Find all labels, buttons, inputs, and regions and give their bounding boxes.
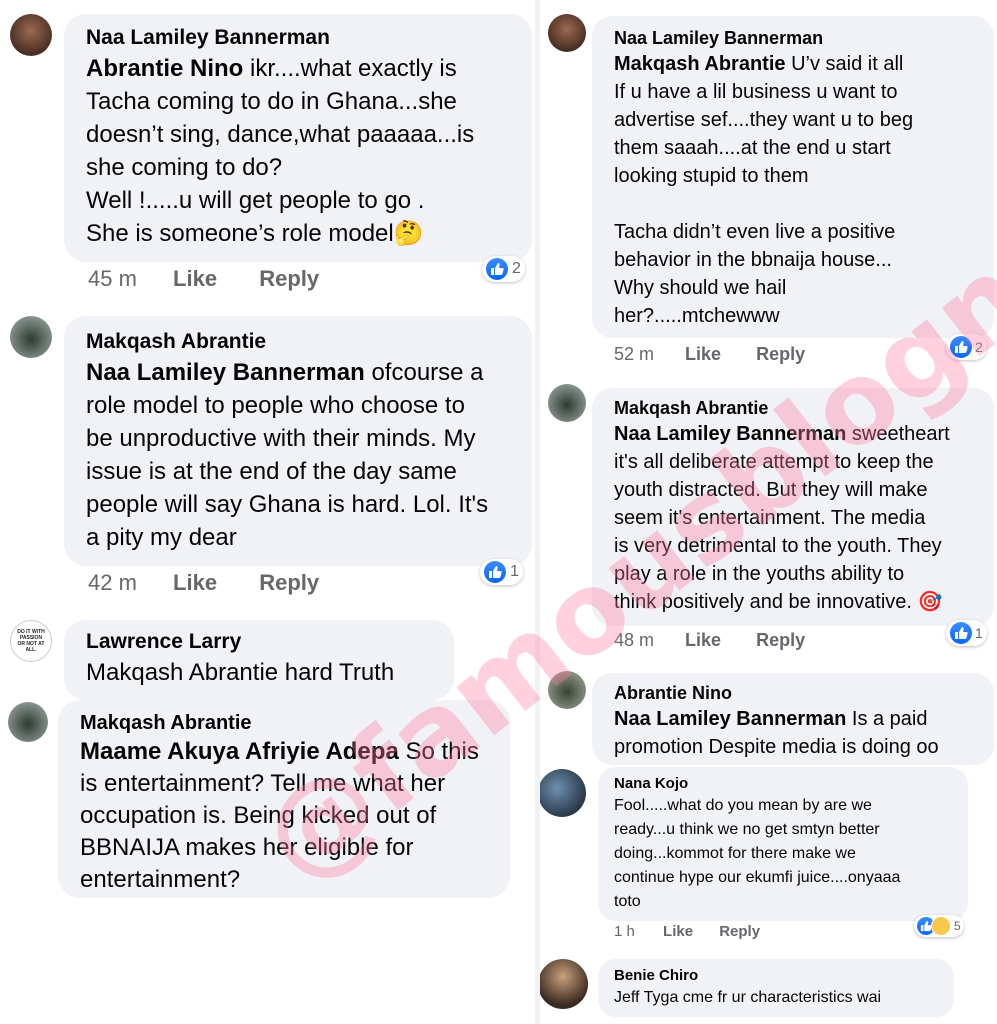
avatar[interactable] (10, 316, 52, 358)
reaction-number: 5 (954, 919, 961, 933)
reaction-number: 2 (512, 260, 521, 277)
comment-author[interactable]: Makqash Abrantie (86, 328, 510, 356)
comment-bubble: Naa Lamiley Bannerman Makqash Abrantie U… (592, 16, 994, 338)
comment-author[interactable]: Abrantie Nino (614, 681, 972, 705)
comment-naa-1: Naa Lamiley Bannerman Abrantie Nino ikr.… (0, 0, 535, 300)
comment-bubble: Makqash Abrantie Maame Akuya Afriyie Ade… (58, 700, 510, 898)
comment-text: Abrantie Nino ikr....what exactly is Tac… (86, 55, 475, 247)
comment-lawrence: DO IT WITH PASSION OR NOT AT ALL. Lawren… (0, 610, 535, 700)
like-reaction-icon (950, 622, 972, 644)
comment-bubble: Makqash Abrantie Naa Lamiley Bannerman s… (592, 388, 994, 626)
comment-abrantie-nino: Abrantie Nino Naa Lamiley Bannerman Is a… (540, 665, 997, 765)
like-button[interactable]: Like (663, 923, 693, 940)
comment-actions: 42 m Like Reply (88, 570, 319, 596)
mention-link[interactable]: Maame Akuya Afriyie Adepa (80, 738, 399, 765)
comment-bubble: Benie Chiro Jeff Tyga cme fr ur characte… (598, 959, 954, 1017)
comment-actions: 1 h Like Reply (614, 923, 760, 940)
haha-reaction-icon (931, 916, 951, 936)
comment-text: Maame Akuya Afriyie Adepa So this is ent… (80, 738, 479, 893)
avatar[interactable] (548, 384, 586, 422)
right-comment-column: Naa Lamiley Bannerman Makqash Abrantie U… (540, 0, 997, 1024)
mention-link[interactable]: Naa Lamiley Bannerman (614, 708, 846, 730)
mention-link[interactable]: Makqash Abrantie (614, 53, 786, 75)
comment-bubble: Abrantie Nino Naa Lamiley Bannerman Is a… (592, 673, 994, 765)
comment-benie-chiro: Benie Chiro Jeff Tyga cme fr ur characte… (540, 955, 997, 1024)
reaction-count[interactable]: 2 (482, 256, 525, 282)
timestamp[interactable]: 42 m (88, 570, 137, 595)
timestamp[interactable]: 52 m (614, 344, 654, 364)
comment-text: Naa Lamiley Bannerman ofcourse a role mo… (86, 359, 489, 551)
reaction-count[interactable]: 5 (914, 915, 964, 937)
avatar[interactable]: DO IT WITH PASSION OR NOT AT ALL. (10, 620, 52, 662)
timestamp[interactable]: 48 m (614, 630, 654, 650)
reaction-count[interactable]: 2 (946, 334, 987, 360)
comment-author[interactable]: Makqash Abrantie (80, 710, 488, 736)
comment-text: Jeff Tyga cme fr ur characteristics wai (614, 989, 882, 1006)
comment-author[interactable]: Benie Chiro (614, 965, 938, 986)
avatar[interactable] (548, 14, 586, 52)
reaction-count[interactable]: 1 (480, 559, 523, 585)
avatar[interactable] (10, 14, 52, 56)
mention-link[interactable]: Naa Lamiley Bannerman (614, 423, 846, 445)
reaction-count[interactable]: 1 (946, 620, 987, 646)
reply-button[interactable]: Reply (719, 923, 760, 940)
like-button[interactable]: Like (173, 266, 217, 291)
timestamp[interactable]: 1 h (614, 923, 635, 940)
like-button[interactable]: Like (685, 630, 721, 650)
like-reaction-icon (950, 336, 972, 358)
comment-text: Makqash Abrantie U’v said it all If u ha… (614, 53, 914, 327)
comment-nana-kojo: Nana Kojo Fool.....what do you mean by a… (540, 765, 997, 955)
comment-actions: 52 m Like Reply (614, 344, 805, 365)
comment-bubble: Nana Kojo Fool.....what do you mean by a… (598, 767, 968, 921)
comment-author[interactable]: Naa Lamiley Bannerman (614, 26, 972, 50)
comment-author[interactable]: Lawrence Larry (86, 628, 432, 656)
avatar[interactable] (540, 769, 586, 817)
like-button[interactable]: Like (685, 344, 721, 364)
reply-button[interactable]: Reply (756, 630, 805, 650)
comment-actions: 45 m Like Reply (88, 266, 319, 292)
comment-text: Naa Lamiley Bannerman Is a paid promotio… (614, 708, 939, 758)
mention-link[interactable]: Abrantie Nino (86, 55, 243, 82)
comment-text: Makqash Abrantie hard Truth (86, 659, 395, 686)
avatar[interactable] (540, 959, 588, 1009)
reply-button[interactable]: Reply (756, 344, 805, 364)
reaction-number: 1 (975, 625, 983, 641)
left-comment-column: Naa Lamiley Bannerman Abrantie Nino ikr.… (0, 0, 535, 1024)
reaction-number: 2 (975, 339, 983, 355)
comment-makqash-2: Makqash Abrantie Maame Akuya Afriyie Ade… (0, 698, 535, 1024)
timestamp[interactable]: 45 m (88, 266, 137, 291)
like-reaction-icon (486, 258, 508, 280)
comment-author[interactable]: Nana Kojo (614, 773, 952, 794)
mention-link[interactable]: Naa Lamiley Bannerman (86, 359, 365, 386)
reply-button[interactable]: Reply (259, 570, 319, 595)
avatar-text: DO IT WITH PASSION OR NOT AT ALL. (17, 629, 45, 653)
comment-naa-2: Naa Lamiley Bannerman Makqash Abrantie U… (540, 0, 997, 380)
comment-bubble: Naa Lamiley Bannerman Abrantie Nino ikr.… (64, 14, 532, 262)
like-reaction-icon (484, 561, 506, 583)
comment-bubble: Makqash Abrantie Naa Lamiley Bannerman o… (64, 316, 532, 566)
comment-bubble: Lawrence Larry Makqash Abrantie hard Tru… (64, 620, 454, 700)
comment-text: Fool.....what do you mean by are we read… (614, 797, 901, 910)
comment-author[interactable]: Naa Lamiley Bannerman (86, 24, 510, 52)
reply-button[interactable]: Reply (259, 266, 319, 291)
comment-author[interactable]: Makqash Abrantie (614, 396, 972, 420)
avatar[interactable] (8, 702, 48, 742)
reaction-number: 1 (510, 563, 519, 580)
comment-makqash-1: Makqash Abrantie Naa Lamiley Bannerman o… (0, 300, 535, 610)
like-button[interactable]: Like (173, 570, 217, 595)
comment-makqash-3: Makqash Abrantie Naa Lamiley Bannerman s… (540, 380, 997, 665)
comment-actions: 48 m Like Reply (614, 630, 805, 651)
comment-text: Naa Lamiley Bannerman sweetheart it's al… (614, 423, 950, 613)
avatar[interactable] (548, 671, 586, 709)
